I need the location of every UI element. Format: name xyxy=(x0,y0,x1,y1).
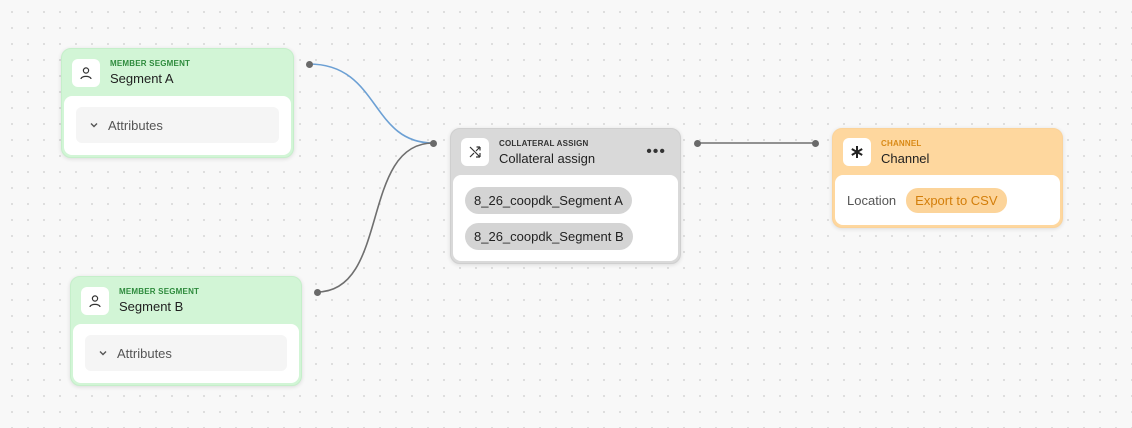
node-header[interactable]: MEMBER SEGMENT Segment A xyxy=(62,49,293,96)
location-label: Location xyxy=(847,192,897,208)
node-header[interactable]: COLLATERAL ASSIGN Collateral assign ••• xyxy=(451,129,680,175)
node-title: Collateral assign xyxy=(499,150,596,166)
attributes-toggle[interactable]: Attributes xyxy=(85,335,287,371)
attributes-label: Attributes xyxy=(108,117,163,133)
node-type-label: CHANNEL xyxy=(881,138,922,148)
asterisk-icon xyxy=(843,138,871,166)
output-port-segment-b[interactable] xyxy=(314,289,321,296)
edge-segment-b-to-collateral[interactable] xyxy=(316,142,434,293)
location-value-badge[interactable]: Export to CSV xyxy=(906,187,1007,213)
node-segment-a[interactable]: MEMBER SEGMENT Segment A Attributes xyxy=(61,48,294,158)
node-type-label: MEMBER SEGMENT xyxy=(119,287,200,296)
node-header[interactable]: CHANNEL Channel xyxy=(833,129,1062,175)
node-body: 8_26_coopdk_Segment A 8_26_coopdk_Segmen… xyxy=(453,175,678,261)
chevron-down-icon xyxy=(90,123,98,128)
chevron-down-icon xyxy=(99,351,107,356)
node-body: Location Export to CSV xyxy=(835,175,1060,225)
output-port-segment-a[interactable] xyxy=(306,61,313,68)
input-port-collateral[interactable] xyxy=(430,140,437,147)
node-collateral-assign[interactable]: COLLATERAL ASSIGN Collateral assign ••• … xyxy=(450,128,681,264)
node-type-label: COLLATERAL ASSIGN xyxy=(499,138,589,148)
more-options-icon[interactable]: ••• xyxy=(642,143,670,161)
user-icon xyxy=(72,58,100,87)
input-port-channel[interactable] xyxy=(812,140,819,147)
node-body: Attributes xyxy=(73,324,299,383)
shuffle-icon xyxy=(461,138,489,166)
user-icon xyxy=(81,286,109,315)
output-port-collateral[interactable] xyxy=(694,140,701,147)
node-title: Segment B xyxy=(119,299,184,314)
node-body: Attributes xyxy=(64,96,291,155)
node-channel[interactable]: CHANNEL Channel Location Export to CSV xyxy=(832,128,1063,228)
attributes-toggle[interactable]: Attributes xyxy=(76,107,279,143)
collateral-item[interactable]: 8_26_coopdk_Segment A xyxy=(465,187,632,214)
attributes-label: Attributes xyxy=(117,345,172,361)
node-segment-b[interactable]: MEMBER SEGMENT Segment B Attributes xyxy=(70,276,302,386)
node-title: Segment A xyxy=(110,71,174,86)
edge-segment-a-to-collateral[interactable] xyxy=(308,63,434,144)
node-header[interactable]: MEMBER SEGMENT Segment B xyxy=(71,277,301,324)
node-title: Channel xyxy=(881,150,930,166)
node-type-label: MEMBER SEGMENT xyxy=(110,59,191,68)
collateral-item[interactable]: 8_26_coopdk_Segment B xyxy=(465,223,633,250)
